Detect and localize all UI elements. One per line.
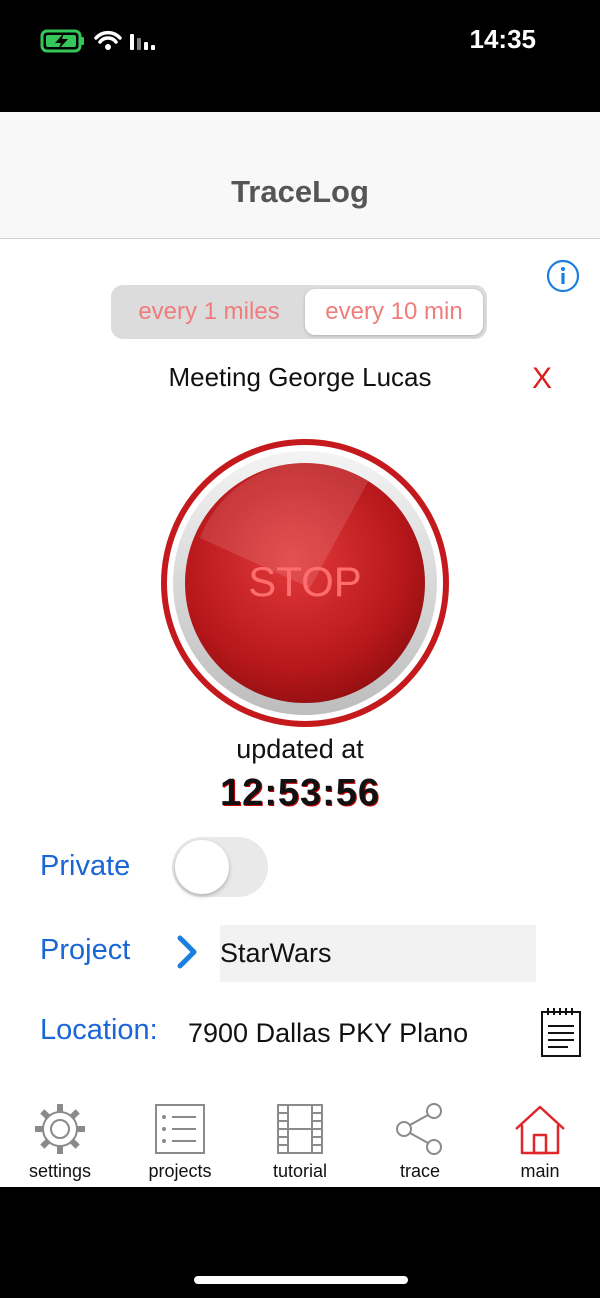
- gear-icon: [35, 1104, 85, 1154]
- tab-main[interactable]: main: [480, 1093, 600, 1187]
- location-label: Location:: [40, 1014, 158, 1046]
- updated-at-label: updated at: [236, 734, 364, 764]
- trip-note[interactable]: Meeting George Lucas: [0, 362, 600, 393]
- info-icon[interactable]: [546, 259, 580, 293]
- battery-icon: [40, 29, 155, 53]
- status-icons: [40, 26, 170, 59]
- clear-note-button[interactable]: X: [532, 362, 552, 396]
- film-icon: [277, 1104, 323, 1154]
- app-screen: TraceLog every 1 miles every 10 min Meet…: [0, 112, 600, 1187]
- location-value: 7900 Dallas PKY Plano: [188, 1018, 469, 1048]
- project-label: Project: [40, 934, 131, 966]
- cellular-signal-icon: [130, 34, 155, 50]
- private-label: Private: [40, 850, 131, 882]
- tab-bar: settings projects tutorial trace main: [0, 1093, 600, 1187]
- segment-every-miles[interactable]: every 1 miles: [115, 289, 303, 335]
- stop-label: STOP: [248, 558, 362, 605]
- segment-every-minutes[interactable]: every 10 min: [305, 289, 483, 335]
- tab-label-trace: trace: [399, 1161, 441, 1181]
- tab-tutorial[interactable]: tutorial: [240, 1093, 360, 1187]
- toggle-knob: [175, 840, 229, 894]
- home-icon: [515, 1105, 565, 1155]
- tab-trace[interactable]: trace: [360, 1093, 480, 1187]
- tab-label-main: main: [520, 1161, 560, 1181]
- updated-time: 12:53:56: [219, 772, 381, 814]
- tab-label-settings: settings: [28, 1161, 92, 1181]
- share-icon: [396, 1103, 442, 1155]
- project-field[interactable]: StarWars: [220, 925, 536, 982]
- status-bar: 14:35: [0, 0, 600, 112]
- home-indicator[interactable]: [194, 1276, 408, 1284]
- stop-button-graphic: STOP: [161, 439, 449, 727]
- notepad-icon[interactable]: [540, 1006, 582, 1058]
- tab-settings[interactable]: settings: [0, 1093, 120, 1187]
- page-title: TraceLog: [231, 174, 369, 209]
- tab-label-tutorial: tutorial: [272, 1161, 328, 1181]
- wifi-icon: [94, 30, 122, 50]
- stop-button[interactable]: STOP: [160, 438, 450, 728]
- chevron-right-icon[interactable]: [174, 932, 202, 972]
- tab-projects[interactable]: projects: [120, 1093, 240, 1187]
- interval-segmented-control: every 1 miles every 10 min: [111, 285, 487, 339]
- list-icon: [155, 1104, 205, 1154]
- status-time: 14:35: [469, 24, 537, 54]
- tab-label-projects: projects: [148, 1161, 212, 1181]
- private-toggle[interactable]: [172, 837, 268, 897]
- navigation-bar: TraceLog: [0, 112, 600, 239]
